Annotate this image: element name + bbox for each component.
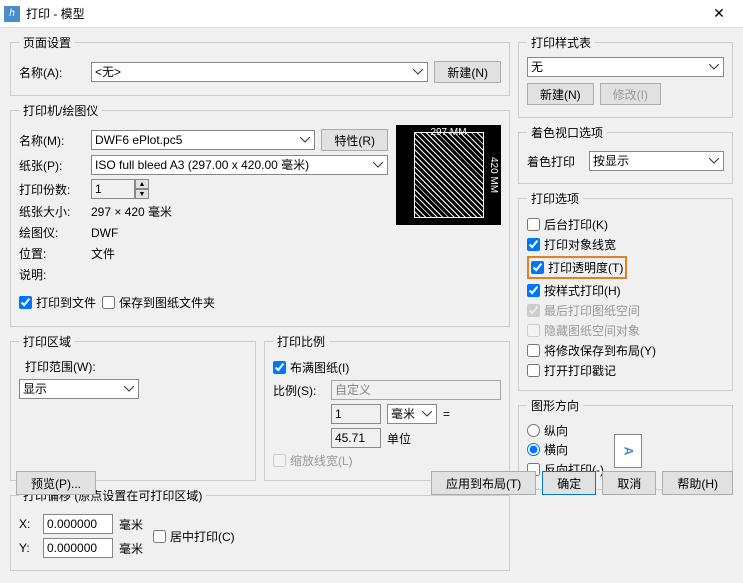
orient-portrait-radio[interactable]: 纵向 xyxy=(527,422,604,439)
ok-button[interactable]: 确定 xyxy=(542,471,596,495)
offset-y-unit: 毫米 xyxy=(119,540,143,557)
opt-plot-stamp-checkbox[interactable]: 打开打印戳记 xyxy=(527,362,724,379)
printer-name-label: 名称(M): xyxy=(19,132,85,149)
copies-label: 打印份数: xyxy=(19,181,85,198)
orient-landscape-radio[interactable]: 横向 xyxy=(527,441,604,458)
preview-height-label: 420 MM xyxy=(488,157,499,193)
paper-size-label: 纸张大小: xyxy=(19,203,85,220)
print-to-file-checkbox[interactable]: 打印到文件 xyxy=(19,294,96,311)
scale-unit-select[interactable]: 毫米 xyxy=(387,404,437,424)
scale-label: 比例(S): xyxy=(273,382,325,399)
opt-lineweight-checkbox[interactable]: 打印对象线宽 xyxy=(527,236,724,253)
preview-button[interactable]: 预览(P)... xyxy=(16,471,96,495)
opt-save-layout-checkbox[interactable]: 将修改保存到布局(Y) xyxy=(527,342,724,359)
bottom-bar: 预览(P)... 应用到布局(T) 确定 取消 帮助(H) xyxy=(10,471,733,495)
opt-background-checkbox[interactable]: 后台打印(K) xyxy=(527,216,724,233)
spinner-down-icon[interactable]: ▼ xyxy=(135,189,149,199)
apply-layout-button[interactable]: 应用到布局(T) xyxy=(431,471,536,495)
plotter-value: DWF xyxy=(91,226,118,240)
copies-spinner[interactable]: ▲▼ xyxy=(91,179,149,199)
location-label: 位置: xyxy=(19,245,85,262)
plot-area-group: 打印区域 打印范围(W): 显示 xyxy=(10,333,256,481)
cancel-button[interactable]: 取消 xyxy=(602,471,656,495)
opt-style-checkbox[interactable]: 按样式打印(H) xyxy=(527,282,724,299)
paper-preview: 297 MM 420 MM xyxy=(396,125,501,225)
save-to-folder-checkbox[interactable]: 保存到图纸文件夹 xyxy=(102,294,215,311)
style-table-legend: 打印样式表 xyxy=(527,34,595,51)
paper-size-value: 297 × 420 毫米 xyxy=(91,203,172,220)
page-setup-legend: 页面设置 xyxy=(19,34,75,51)
paper-label: 纸张(P): xyxy=(19,157,85,174)
offset-y-label: Y: xyxy=(19,541,37,555)
style-new-button[interactable]: 新建(N) xyxy=(527,83,594,105)
orientation-legend: 图形方向 xyxy=(527,397,583,414)
location-value: 文件 xyxy=(91,245,115,262)
plot-offset-group: 打印偏移 (原点设置在可打印区域) X: 毫米 Y: 毫米 居中打印(C) xyxy=(10,487,510,571)
preview-hatch xyxy=(414,132,484,218)
help-button[interactable]: 帮助(H) xyxy=(662,471,733,495)
plot-options-legend: 打印选项 xyxy=(527,190,583,207)
style-table-group: 打印样式表 无 新建(N) 修改(I) xyxy=(518,34,733,118)
page-setup-name-label: 名称(A): xyxy=(19,64,85,81)
printer-name-select[interactable]: DWF6 ePlot.pc5 xyxy=(91,130,315,150)
page-setup-name-select[interactable]: <无> xyxy=(91,62,428,82)
fit-paper-checkbox[interactable]: 布满图纸(I) xyxy=(273,359,501,376)
opt-transparency-highlight: 打印透明度(T) xyxy=(527,256,627,279)
style-edit-button: 修改(I) xyxy=(600,83,661,105)
printer-props-button[interactable]: 特性(R) xyxy=(321,129,388,151)
opt-hide-paperspace-checkbox: 隐藏图纸空间对象 xyxy=(527,322,724,339)
plot-range-label: 打印范围(W): xyxy=(25,358,247,375)
plotter-label: 绘图仪: xyxy=(19,224,85,241)
scale-unit2-input xyxy=(331,428,381,448)
shade-plot-label: 着色打印 xyxy=(527,153,583,170)
plot-scale-group: 打印比例 布满图纸(I) 比例(S): 自定义 毫米 = 单位 缩放线宽 xyxy=(264,333,510,481)
paper-select[interactable]: ISO full bleed A3 (297.00 x 420.00 毫米) xyxy=(91,155,388,175)
desc-label: 说明: xyxy=(19,266,85,283)
printer-legend: 打印机/绘图仪 xyxy=(19,102,102,119)
scale-lineweight-checkbox: 缩放线宽(L) xyxy=(273,452,501,469)
plot-range-select[interactable]: 显示 xyxy=(19,379,139,399)
shade-viewport-legend: 着色视口选项 xyxy=(527,124,607,141)
spinner-up-icon[interactable]: ▲ xyxy=(135,179,149,189)
opt-paperspace-last-checkbox: 最后打印图纸空间 xyxy=(527,302,724,319)
scale-select: 自定义 xyxy=(331,380,501,400)
equals-label: = xyxy=(443,407,450,421)
shade-viewport-group: 着色视口选项 着色打印 按显示 xyxy=(518,124,733,184)
offset-x-input[interactable] xyxy=(43,514,113,534)
title-bar: h 打印 - 模型 ✕ xyxy=(0,0,743,28)
plot-scale-legend: 打印比例 xyxy=(273,333,329,350)
scale-unit1-input xyxy=(331,404,381,424)
close-button[interactable]: ✕ xyxy=(699,0,739,28)
page-setup-group: 页面设置 名称(A): <无> 新建(N) xyxy=(10,34,510,96)
offset-y-input[interactable] xyxy=(43,538,113,558)
center-plot-checkbox[interactable]: 居中打印(C) xyxy=(153,528,235,545)
printer-group: 打印机/绘图仪 名称(M): DWF6 ePlot.pc5 特性(R) 纸张(P… xyxy=(10,102,510,327)
window-title: 打印 - 模型 xyxy=(26,5,699,22)
copies-input[interactable] xyxy=(91,179,135,199)
app-icon: h xyxy=(4,6,20,22)
orientation-icon: A xyxy=(614,434,642,468)
shade-plot-select[interactable]: 按显示 xyxy=(589,151,724,171)
opt-transparency-checkbox[interactable]: 打印透明度(T) xyxy=(531,259,623,276)
page-setup-new-button[interactable]: 新建(N) xyxy=(434,61,501,83)
scale-unit-text: 单位 xyxy=(387,430,411,447)
plot-options-group: 打印选项 后台打印(K) 打印对象线宽 打印透明度(T) 按样式打印(H) 最后… xyxy=(518,190,733,391)
offset-x-label: X: xyxy=(19,517,37,531)
offset-x-unit: 毫米 xyxy=(119,516,143,533)
plot-area-legend: 打印区域 xyxy=(19,333,75,350)
style-table-select[interactable]: 无 xyxy=(527,57,724,77)
